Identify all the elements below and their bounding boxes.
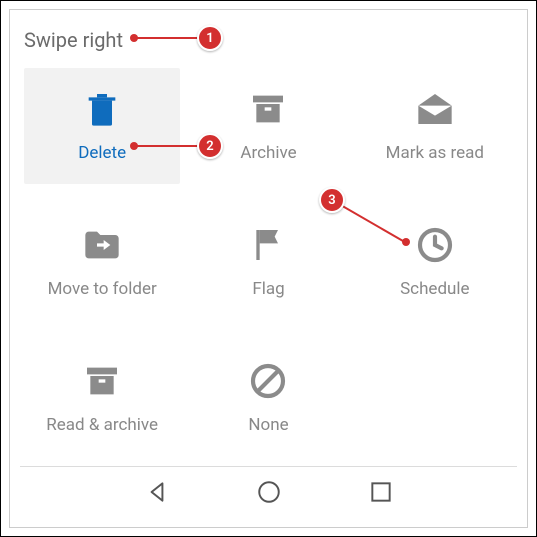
- option-none[interactable]: None: [190, 340, 346, 456]
- option-schedule[interactable]: Schedule: [357, 204, 513, 320]
- clock-icon: [415, 225, 455, 265]
- option-label: Delete: [78, 143, 126, 163]
- back-icon[interactable]: [144, 479, 170, 509]
- annotation-badge-3: 3: [319, 187, 345, 213]
- annotation-badge-1: 1: [197, 25, 223, 51]
- annotation-line: [134, 37, 198, 39]
- folder-move-icon: [82, 225, 122, 265]
- trash-icon: [82, 89, 122, 129]
- archive-icon: [248, 89, 288, 129]
- recent-icon[interactable]: [368, 479, 394, 509]
- option-mark-as-read[interactable]: Mark as read: [357, 68, 513, 184]
- option-archive[interactable]: Archive: [190, 68, 346, 184]
- divider: [20, 466, 517, 467]
- mail-open-icon: [415, 89, 455, 129]
- archive-icon: [82, 361, 122, 401]
- option-label: Mark as read: [386, 143, 484, 163]
- option-move-to-folder[interactable]: Move to folder: [24, 204, 180, 320]
- none-icon: [248, 361, 288, 401]
- option-label: Archive: [240, 143, 296, 163]
- option-label: Move to folder: [48, 279, 157, 299]
- option-delete[interactable]: Delete: [24, 68, 180, 184]
- annotation-line: [134, 145, 198, 147]
- option-label: Schedule: [400, 279, 469, 299]
- option-label: Read & archive: [46, 415, 158, 435]
- option-flag[interactable]: Flag: [190, 204, 346, 320]
- option-read-archive[interactable]: Read & archive: [24, 340, 180, 456]
- flag-icon: [248, 225, 288, 265]
- home-icon[interactable]: [256, 479, 282, 509]
- annotation-badge-2: 2: [197, 133, 223, 159]
- option-label: Flag: [252, 279, 284, 299]
- swipe-options-grid: Delete Archive Mark as read Move to fold…: [10, 62, 527, 456]
- android-navbar: [10, 471, 527, 517]
- option-label: None: [248, 415, 288, 435]
- page-title: Swipe right: [10, 10, 527, 62]
